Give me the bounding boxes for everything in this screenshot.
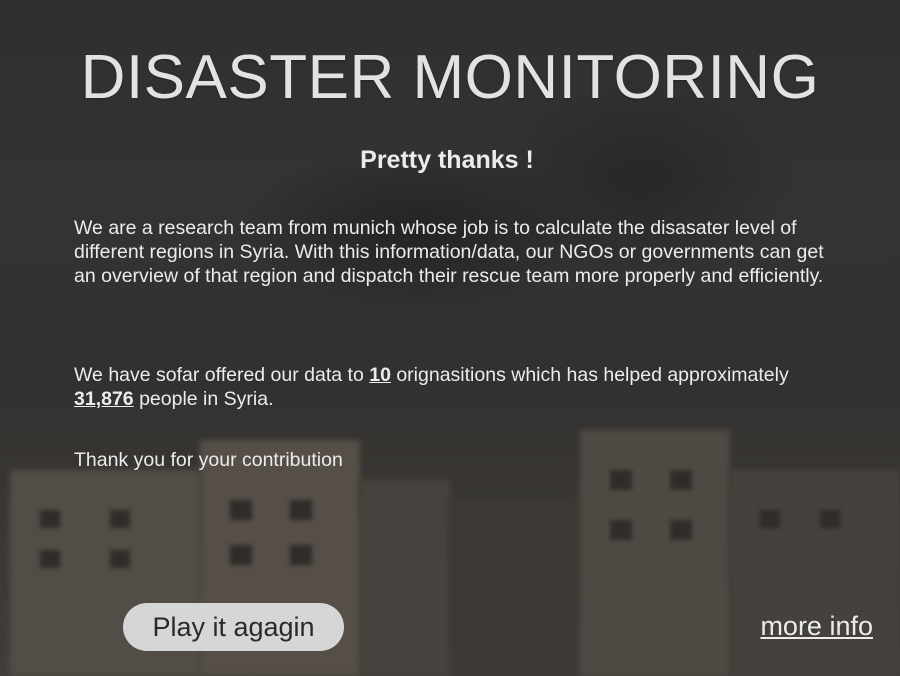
page-subtitle: Pretty thanks ! bbox=[360, 146, 534, 174]
stats-suffix: people in Syria. bbox=[133, 388, 274, 410]
people-helped-count: 31,876 bbox=[74, 388, 134, 410]
play-again-button[interactable]: Play it agagin bbox=[123, 603, 344, 651]
stats-middle: orignasitions which has helped approxima… bbox=[390, 364, 789, 386]
thanks-text: Thank you for your contribution bbox=[74, 449, 343, 471]
disaster-monitoring-screen: DISASTER MONITORING Pretty thanks ! We a… bbox=[0, 0, 900, 676]
page-title: DISASTER MONITORING bbox=[80, 43, 820, 112]
content-panel: DISASTER MONITORING Pretty thanks ! We a… bbox=[0, 0, 900, 676]
stats-paragraph: We have sofar offered our data to 10 ori… bbox=[74, 363, 834, 411]
intro-paragraph: We are a research team from munich whose… bbox=[74, 217, 824, 287]
organisations-count: 10 bbox=[369, 364, 391, 386]
stats-prefix: We have sofar offered our data to bbox=[74, 364, 370, 386]
more-info-link[interactable]: more info bbox=[760, 611, 873, 642]
